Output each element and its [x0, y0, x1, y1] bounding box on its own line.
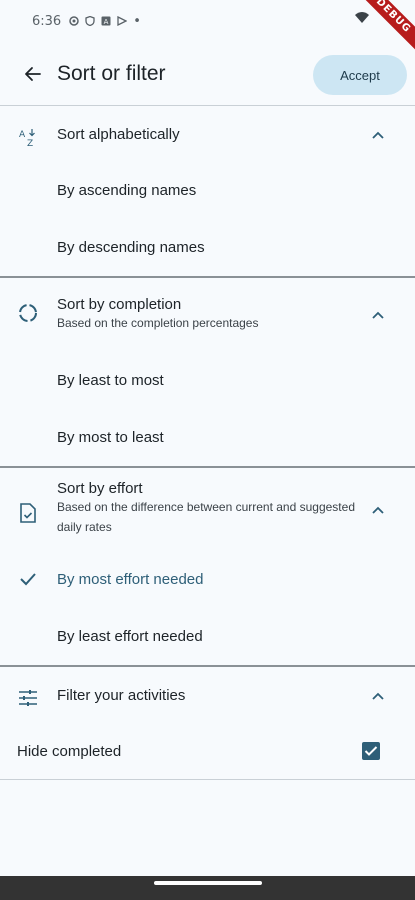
section-text-filter: Filter your activities — [57, 687, 185, 704]
section-header-completion[interactable]: Sort by completion Based on the completi… — [0, 278, 415, 352]
option-descending-names[interactable]: By descending names — [0, 219, 415, 276]
tune-sliders-icon — [17, 687, 39, 709]
section-filter-activities: Filter your activities Hide completed — [0, 667, 415, 780]
option-ascending-names[interactable]: By ascending names — [0, 162, 415, 219]
section-header-alpha[interactable]: AZ Sort alphabetically — [0, 106, 415, 162]
accept-button[interactable]: Accept — [313, 55, 407, 95]
arrow-back-icon — [25, 66, 41, 81]
section-title: Sort by effort — [57, 480, 143, 497]
hide-completed-label: Hide completed — [17, 742, 122, 760]
sort-by-alpha-icon: AZ — [17, 126, 39, 148]
section-subtitle: Based on the completion percentages — [57, 316, 259, 330]
svg-text:A: A — [19, 130, 26, 140]
app-bar: Sort or filter Accept — [0, 42, 415, 106]
status-time: 6:36 — [32, 13, 62, 29]
section-text-effort: Sort by effort Based on the difference b… — [57, 480, 357, 537]
option-most-effort-needed[interactable]: By most effort needed — [0, 551, 415, 608]
section-subtitle: Based on the difference between current … — [57, 500, 355, 534]
wifi-icon — [355, 12, 369, 23]
status-dot: • — [133, 13, 141, 29]
chevron-up-icon[interactable] — [371, 308, 385, 322]
shield-status-icon — [85, 16, 95, 26]
option-least-to-most[interactable]: By least to most — [0, 352, 415, 409]
home-gesture-handle[interactable] — [154, 881, 262, 885]
system-nav-bar — [0, 872, 415, 896]
status-bar: 6:36 A • DEBUG — [0, 0, 415, 56]
section-title: Sort by completion — [57, 296, 182, 313]
hide-completed-checkbox[interactable] — [362, 742, 380, 760]
option-label: By most effort needed — [57, 571, 204, 588]
status-icons: A • — [69, 14, 141, 29]
option-least-effort-needed[interactable]: By least effort needed — [0, 608, 415, 665]
back-button[interactable] — [18, 59, 48, 89]
checkmark-icon — [364, 746, 378, 756]
play-status-icon — [117, 16, 128, 26]
chevron-up-icon[interactable] — [371, 689, 385, 703]
section-header-effort[interactable]: Sort by effort Based on the difference b… — [0, 468, 415, 551]
chevron-up-icon[interactable] — [371, 503, 385, 517]
svg-text:Z: Z — [27, 139, 33, 147]
hide-completed-row[interactable]: Hide completed — [0, 723, 415, 779]
section-title: Filter your activities — [57, 687, 186, 704]
progress-circle-icon — [17, 302, 39, 324]
section-text-alpha: Sort alphabetically — [57, 126, 180, 143]
task-document-icon — [17, 502, 39, 524]
chevron-up-icon[interactable] — [371, 128, 385, 142]
settings-status-icon — [69, 16, 79, 26]
page-title: Sort or filter — [57, 61, 166, 85]
section-sort-alphabetically: AZ Sort alphabetically By ascending name… — [0, 106, 415, 278]
section-sort-by-effort: Sort by effort Based on the difference b… — [0, 468, 415, 667]
a-status-icon: A — [101, 16, 111, 26]
option-most-to-least[interactable]: By most to least — [0, 409, 415, 466]
status-right-icons — [355, 12, 369, 24]
section-header-filter[interactable]: Filter your activities — [0, 667, 415, 723]
check-icon — [20, 573, 36, 586]
section-sort-by-completion: Sort by completion Based on the completi… — [0, 278, 415, 468]
section-title: Sort alphabetically — [57, 126, 180, 143]
section-text-completion: Sort by completion Based on the completi… — [57, 296, 357, 333]
svg-text:A: A — [104, 18, 109, 26]
